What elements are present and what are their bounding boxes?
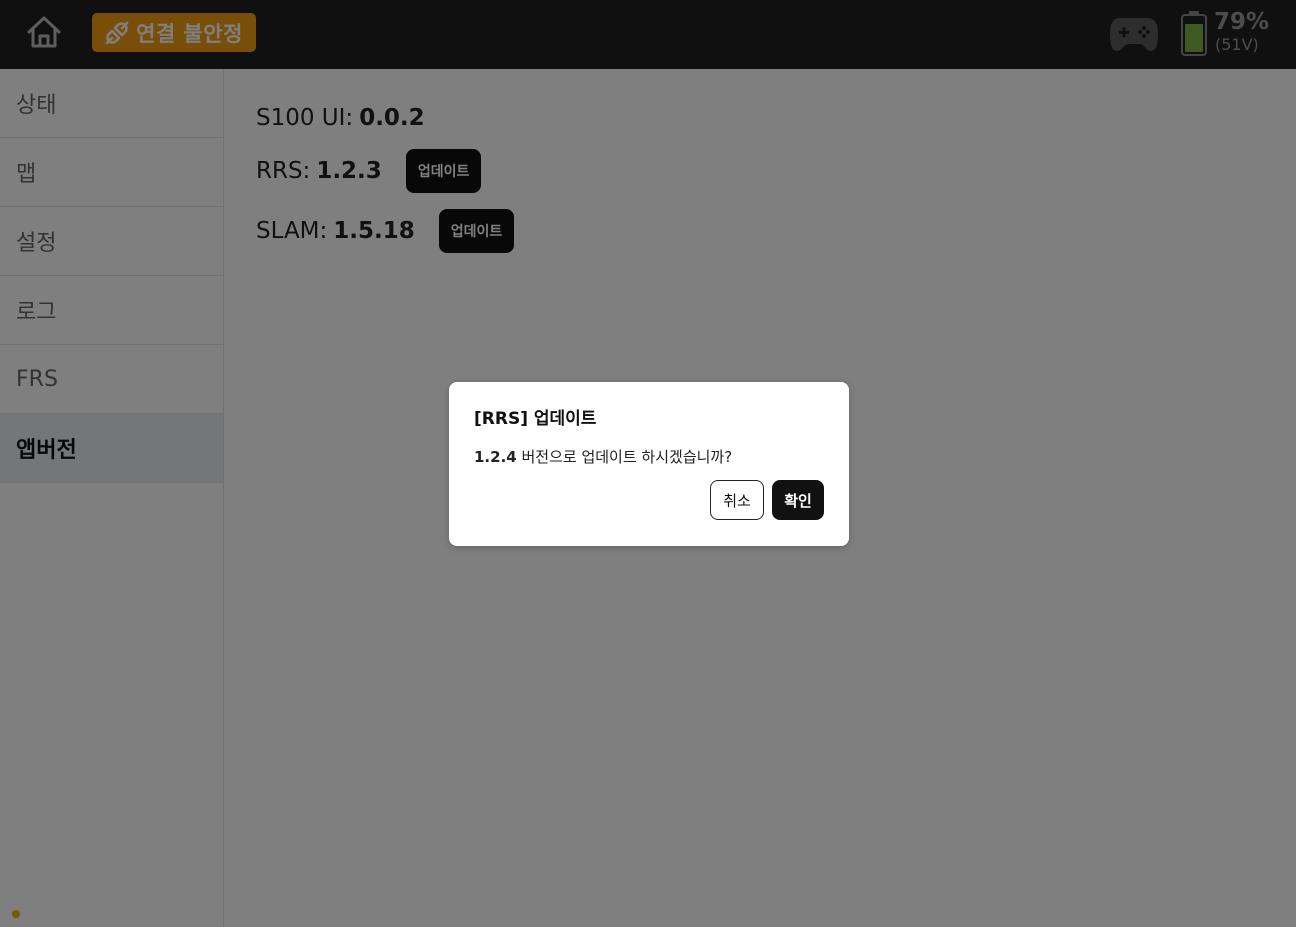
update-confirm-dialog: [RRS] 업데이트 1.2.4 버전으로 업데이트 하시겠습니까? 취소 확인 [449,382,849,546]
dialog-target-version: 1.2.4 [474,448,517,466]
dialog-title: [RRS] 업데이트 [474,409,597,429]
dialog-actions: 취소 확인 [710,480,824,520]
confirm-button[interactable]: 확인 [772,480,824,520]
cancel-button[interactable]: 취소 [710,480,764,520]
dialog-message-text: 버전으로 업데이트 하시겠습니까? [516,448,733,466]
dialog-message: 1.2.4 버전으로 업데이트 하시겠습니까? [474,446,824,467]
